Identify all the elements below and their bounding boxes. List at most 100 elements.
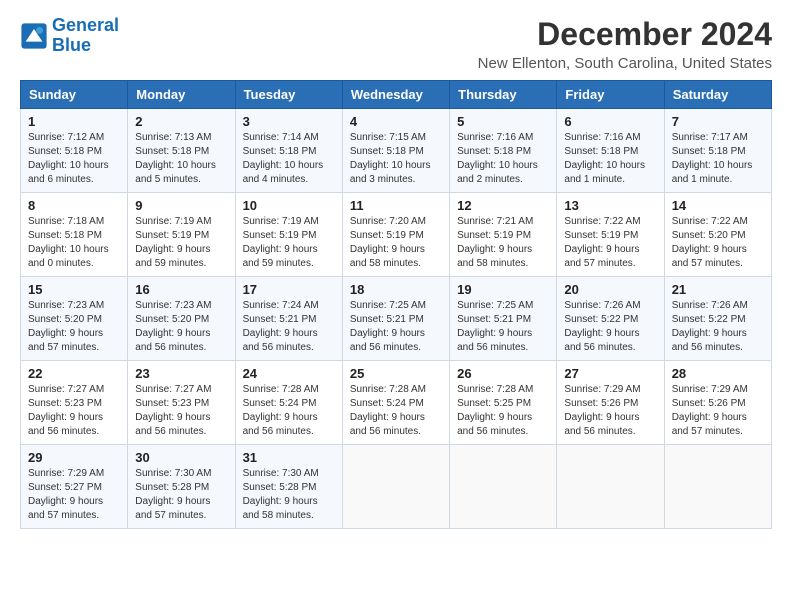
day-number: 8 [28, 198, 120, 213]
col-header-tuesday: Tuesday [235, 81, 342, 109]
day-info: Sunrise: 7:30 AM Sunset: 5:28 PM Dayligh… [135, 467, 227, 523]
day-number: 28 [672, 366, 764, 381]
day-info: Sunrise: 7:22 AM Sunset: 5:20 PM Dayligh… [672, 215, 764, 271]
calendar-cell: 7 Sunrise: 7:17 AM Sunset: 5:18 PM Dayli… [664, 109, 771, 193]
calendar-cell: 30 Sunrise: 7:30 AM Sunset: 5:28 PM Dayl… [128, 445, 235, 529]
day-number: 11 [350, 198, 442, 213]
day-number: 5 [457, 114, 549, 129]
logo: General Blue [20, 16, 119, 56]
day-info: Sunrise: 7:16 AM Sunset: 5:18 PM Dayligh… [564, 131, 656, 187]
calendar-cell: 27 Sunrise: 7:29 AM Sunset: 5:26 PM Dayl… [557, 361, 664, 445]
day-info: Sunrise: 7:21 AM Sunset: 5:19 PM Dayligh… [457, 215, 549, 271]
day-info: Sunrise: 7:27 AM Sunset: 5:23 PM Dayligh… [135, 383, 227, 439]
day-number: 18 [350, 282, 442, 297]
day-info: Sunrise: 7:18 AM Sunset: 5:18 PM Dayligh… [28, 215, 120, 271]
calendar-cell: 14 Sunrise: 7:22 AM Sunset: 5:20 PM Dayl… [664, 193, 771, 277]
calendar-cell: 3 Sunrise: 7:14 AM Sunset: 5:18 PM Dayli… [235, 109, 342, 193]
day-number: 30 [135, 450, 227, 465]
day-info: Sunrise: 7:15 AM Sunset: 5:18 PM Dayligh… [350, 131, 442, 187]
day-number: 10 [243, 198, 335, 213]
day-info: Sunrise: 7:24 AM Sunset: 5:21 PM Dayligh… [243, 299, 335, 355]
day-number: 13 [564, 198, 656, 213]
calendar-week-row: 1 Sunrise: 7:12 AM Sunset: 5:18 PM Dayli… [21, 109, 772, 193]
day-info: Sunrise: 7:29 AM Sunset: 5:26 PM Dayligh… [672, 383, 764, 439]
day-number: 7 [672, 114, 764, 129]
day-number: 20 [564, 282, 656, 297]
col-header-thursday: Thursday [450, 81, 557, 109]
day-info: Sunrise: 7:26 AM Sunset: 5:22 PM Dayligh… [672, 299, 764, 355]
day-info: Sunrise: 7:29 AM Sunset: 5:27 PM Dayligh… [28, 467, 120, 523]
day-number: 22 [28, 366, 120, 381]
day-info: Sunrise: 7:19 AM Sunset: 5:19 PM Dayligh… [135, 215, 227, 271]
logo-icon [20, 22, 48, 50]
day-number: 17 [243, 282, 335, 297]
day-info: Sunrise: 7:14 AM Sunset: 5:18 PM Dayligh… [243, 131, 335, 187]
calendar-cell: 23 Sunrise: 7:27 AM Sunset: 5:23 PM Dayl… [128, 361, 235, 445]
day-number: 29 [28, 450, 120, 465]
day-number: 4 [350, 114, 442, 129]
day-info: Sunrise: 7:28 AM Sunset: 5:24 PM Dayligh… [350, 383, 442, 439]
calendar-week-row: 22 Sunrise: 7:27 AM Sunset: 5:23 PM Dayl… [21, 361, 772, 445]
calendar-cell: 21 Sunrise: 7:26 AM Sunset: 5:22 PM Dayl… [664, 277, 771, 361]
title-block: December 2024 New Ellenton, South Caroli… [478, 16, 772, 72]
logo-text: General Blue [52, 16, 119, 56]
calendar-cell: 9 Sunrise: 7:19 AM Sunset: 5:19 PM Dayli… [128, 193, 235, 277]
day-number: 3 [243, 114, 335, 129]
calendar-header-row: SundayMondayTuesdayWednesdayThursdayFrid… [21, 81, 772, 109]
day-info: Sunrise: 7:25 AM Sunset: 5:21 PM Dayligh… [350, 299, 442, 355]
day-info: Sunrise: 7:19 AM Sunset: 5:19 PM Dayligh… [243, 215, 335, 271]
day-info: Sunrise: 7:20 AM Sunset: 5:19 PM Dayligh… [350, 215, 442, 271]
day-number: 15 [28, 282, 120, 297]
day-number: 6 [564, 114, 656, 129]
calendar-week-row: 15 Sunrise: 7:23 AM Sunset: 5:20 PM Dayl… [21, 277, 772, 361]
col-header-monday: Monday [128, 81, 235, 109]
day-info: Sunrise: 7:26 AM Sunset: 5:22 PM Dayligh… [564, 299, 656, 355]
col-header-saturday: Saturday [664, 81, 771, 109]
col-header-wednesday: Wednesday [342, 81, 449, 109]
day-number: 25 [350, 366, 442, 381]
calendar-cell: 11 Sunrise: 7:20 AM Sunset: 5:19 PM Dayl… [342, 193, 449, 277]
calendar-cell [557, 445, 664, 529]
calendar-cell [664, 445, 771, 529]
calendar-week-row: 8 Sunrise: 7:18 AM Sunset: 5:18 PM Dayli… [21, 193, 772, 277]
calendar-cell: 15 Sunrise: 7:23 AM Sunset: 5:20 PM Dayl… [21, 277, 128, 361]
day-info: Sunrise: 7:22 AM Sunset: 5:19 PM Dayligh… [564, 215, 656, 271]
location-title: New Ellenton, South Carolina, United Sta… [478, 55, 772, 72]
day-number: 31 [243, 450, 335, 465]
day-info: Sunrise: 7:23 AM Sunset: 5:20 PM Dayligh… [28, 299, 120, 355]
calendar-cell: 24 Sunrise: 7:28 AM Sunset: 5:24 PM Dayl… [235, 361, 342, 445]
day-number: 26 [457, 366, 549, 381]
calendar-cell: 31 Sunrise: 7:30 AM Sunset: 5:28 PM Dayl… [235, 445, 342, 529]
calendar-cell: 19 Sunrise: 7:25 AM Sunset: 5:21 PM Dayl… [450, 277, 557, 361]
day-number: 12 [457, 198, 549, 213]
calendar-cell: 26 Sunrise: 7:28 AM Sunset: 5:25 PM Dayl… [450, 361, 557, 445]
page-header: General Blue December 2024 New Ellenton,… [20, 16, 772, 72]
calendar-cell: 10 Sunrise: 7:19 AM Sunset: 5:19 PM Dayl… [235, 193, 342, 277]
day-info: Sunrise: 7:28 AM Sunset: 5:24 PM Dayligh… [243, 383, 335, 439]
col-header-sunday: Sunday [21, 81, 128, 109]
calendar-cell: 29 Sunrise: 7:29 AM Sunset: 5:27 PM Dayl… [21, 445, 128, 529]
day-info: Sunrise: 7:13 AM Sunset: 5:18 PM Dayligh… [135, 131, 227, 187]
calendar-cell: 2 Sunrise: 7:13 AM Sunset: 5:18 PM Dayli… [128, 109, 235, 193]
calendar-cell: 17 Sunrise: 7:24 AM Sunset: 5:21 PM Dayl… [235, 277, 342, 361]
day-number: 24 [243, 366, 335, 381]
calendar-cell: 18 Sunrise: 7:25 AM Sunset: 5:21 PM Dayl… [342, 277, 449, 361]
calendar-cell [342, 445, 449, 529]
day-info: Sunrise: 7:17 AM Sunset: 5:18 PM Dayligh… [672, 131, 764, 187]
calendar-cell: 12 Sunrise: 7:21 AM Sunset: 5:19 PM Dayl… [450, 193, 557, 277]
calendar-cell: 28 Sunrise: 7:29 AM Sunset: 5:26 PM Dayl… [664, 361, 771, 445]
day-number: 27 [564, 366, 656, 381]
col-header-friday: Friday [557, 81, 664, 109]
calendar-cell: 13 Sunrise: 7:22 AM Sunset: 5:19 PM Dayl… [557, 193, 664, 277]
calendar-table: SundayMondayTuesdayWednesdayThursdayFrid… [20, 80, 772, 529]
day-info: Sunrise: 7:25 AM Sunset: 5:21 PM Dayligh… [457, 299, 549, 355]
calendar-cell [450, 445, 557, 529]
day-number: 9 [135, 198, 227, 213]
day-number: 19 [457, 282, 549, 297]
day-info: Sunrise: 7:23 AM Sunset: 5:20 PM Dayligh… [135, 299, 227, 355]
calendar-cell: 8 Sunrise: 7:18 AM Sunset: 5:18 PM Dayli… [21, 193, 128, 277]
day-info: Sunrise: 7:27 AM Sunset: 5:23 PM Dayligh… [28, 383, 120, 439]
day-number: 14 [672, 198, 764, 213]
day-number: 2 [135, 114, 227, 129]
day-info: Sunrise: 7:12 AM Sunset: 5:18 PM Dayligh… [28, 131, 120, 187]
